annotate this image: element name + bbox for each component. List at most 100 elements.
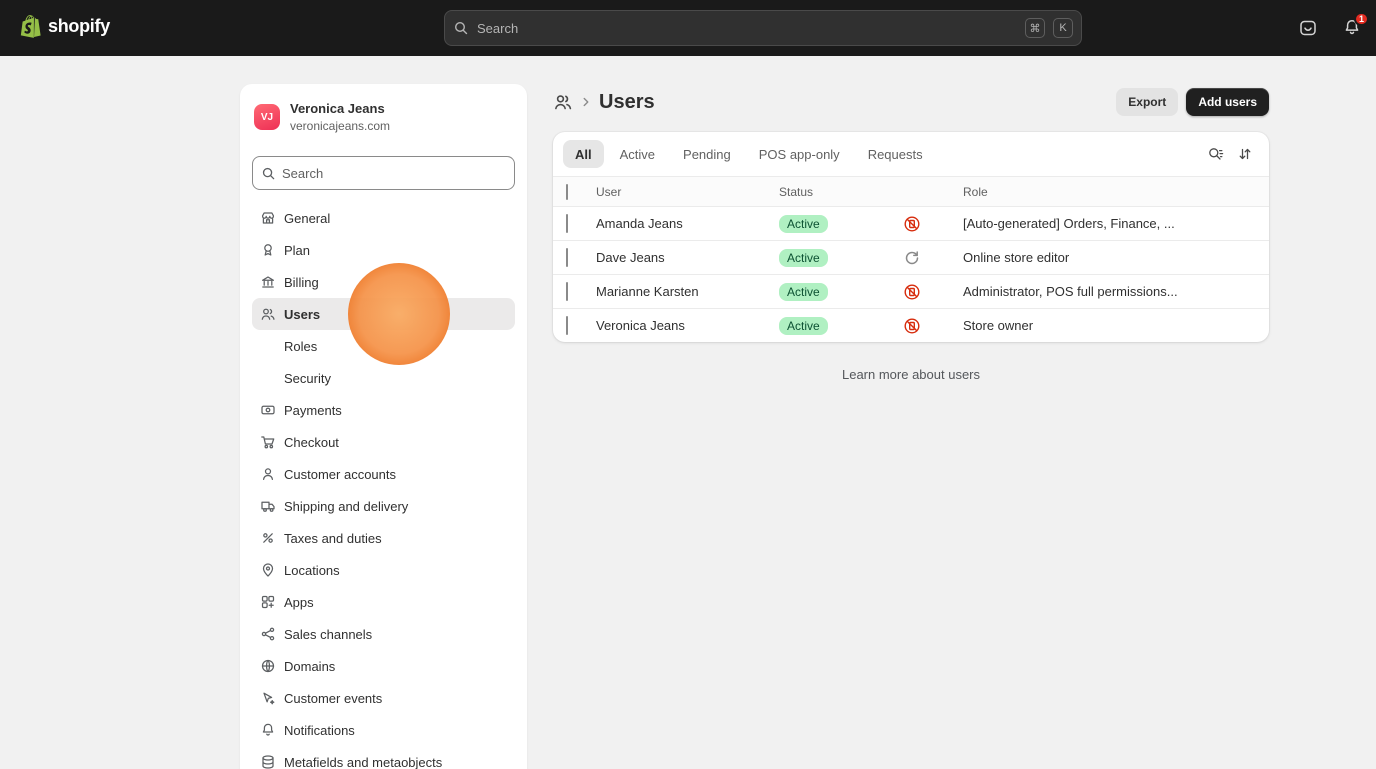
sidebar-item-billing[interactable]: Billing	[252, 266, 515, 298]
status-badge: Active	[779, 316, 828, 335]
sidebar-item-shipping[interactable]: Shipping and delivery	[252, 490, 515, 522]
header-actions: Export Add users	[1116, 88, 1269, 116]
sort-button[interactable]	[1231, 140, 1259, 168]
topbar: shopify ⌘ K	[0, 0, 1376, 56]
sidebar-item-roles[interactable]: Roles	[252, 330, 515, 362]
sidebar-item-apps[interactable]: Apps	[252, 586, 515, 618]
payments-icon	[260, 402, 276, 418]
row-checkbox[interactable]	[566, 247, 568, 267]
sidebar-item-label: General	[284, 210, 331, 226]
search-filter-button[interactable]	[1201, 140, 1229, 168]
users-icon	[260, 306, 276, 322]
pos-blocked-icon	[903, 215, 963, 233]
users-breadcrumb-icon	[553, 92, 573, 112]
sidebar-item-locations[interactable]: Locations	[252, 554, 515, 586]
sidebar-item-label: Sales channels	[284, 626, 373, 642]
column-header-status: Status	[779, 184, 814, 199]
bell-icon	[260, 722, 276, 738]
user-name[interactable]: Amanda Jeans	[596, 216, 779, 231]
learn-more-link[interactable]: Learn more about users	[842, 367, 980, 382]
table-row[interactable]: Amanda Jeans Active [Auto-generated] Ord…	[553, 206, 1269, 240]
sidebar-item-label: Security	[284, 370, 331, 386]
pos-blocked-icon	[903, 317, 963, 335]
checkout-icon	[260, 434, 276, 450]
sidebar-item-plan[interactable]: Plan	[252, 234, 515, 266]
percent-icon	[260, 530, 276, 546]
shopify-logo[interactable]: shopify	[20, 14, 110, 38]
sidebar-item-payments[interactable]: Payments	[252, 394, 515, 426]
global-search[interactable]: ⌘ K	[444, 10, 1082, 46]
search-icon	[453, 20, 469, 36]
user-role: Online store editor	[963, 250, 1070, 265]
global-search-input[interactable]	[477, 20, 1017, 36]
tab-requests[interactable]: Requests	[856, 140, 935, 168]
table-actions	[1201, 140, 1259, 168]
store-owner-name: Veronica Jeans	[290, 101, 385, 116]
sidebar-item-domains[interactable]: Domains	[252, 650, 515, 682]
user-name[interactable]: Dave Jeans	[596, 250, 779, 265]
tab-pos-app-only[interactable]: POS app-only	[747, 140, 852, 168]
sidebar-item-customer-events[interactable]: Customer events	[252, 682, 515, 714]
page-title: Users	[599, 90, 655, 113]
tab-active[interactable]: Active	[608, 140, 667, 168]
inbox-button[interactable]	[1292, 12, 1324, 44]
table-header-row: User Status Role	[553, 176, 1269, 206]
status-badge: Active	[779, 214, 828, 233]
filter-tabs: All Active Pending POS app-only Requests	[563, 140, 935, 168]
sidebar-item-label: Customer events	[284, 690, 383, 706]
sidebar-item-label: Customer accounts	[284, 466, 396, 482]
sidebar-item-taxes[interactable]: Taxes and duties	[252, 522, 515, 554]
topbar-actions: 1	[1292, 12, 1369, 44]
export-button[interactable]: Export	[1116, 88, 1179, 116]
sidebar-item-label: Checkout	[284, 434, 339, 450]
truck-icon	[260, 498, 276, 514]
sidebar-item-checkout[interactable]: Checkout	[252, 426, 515, 458]
globe-icon	[260, 658, 276, 674]
sidebar-item-label: Locations	[284, 562, 340, 578]
add-users-button[interactable]: Add users	[1186, 88, 1269, 116]
settings-search-input[interactable]	[282, 165, 506, 181]
sidebar-item-customer-accounts[interactable]: Customer accounts	[252, 458, 515, 490]
cmd-key-badge: ⌘	[1025, 18, 1045, 38]
row-checkbox[interactable]	[566, 281, 568, 301]
sidebar-item-security[interactable]: Security	[252, 362, 515, 394]
status-badge: Active	[779, 282, 828, 301]
tab-all[interactable]: All	[563, 140, 604, 168]
sidebar-item-notifications[interactable]: Notifications	[252, 714, 515, 746]
column-header-role: Role	[963, 184, 988, 199]
table-row[interactable]: Dave Jeans Active Online store editor	[553, 240, 1269, 274]
user-name[interactable]: Marianne Karsten	[596, 284, 779, 299]
billing-icon	[260, 274, 276, 290]
select-all-checkbox[interactable]	[566, 183, 568, 200]
settings-search[interactable]	[252, 156, 515, 191]
notifications-button[interactable]: 1	[1336, 12, 1369, 44]
store-domain: veronicajeans.com	[290, 118, 391, 133]
sidebar-item-label: Plan	[284, 242, 311, 258]
sort-icon	[1237, 146, 1253, 162]
pos-pending-icon	[903, 249, 963, 267]
sidebar-item-general[interactable]: General	[252, 202, 515, 234]
table-row[interactable]: Marianne Karsten Active Administrator, P…	[553, 274, 1269, 308]
apps-icon	[260, 594, 276, 610]
cursor-icon	[260, 690, 276, 706]
sidebar-item-users[interactable]: Users	[252, 298, 515, 331]
settings-nav: General Plan Billing Users Roles Securit…	[252, 202, 515, 769]
sidebar-item-label: Metafields and metaobjects	[284, 754, 443, 769]
sidebar-item-label: Billing	[284, 274, 319, 290]
sidebar-item-metafields[interactable]: Metafields and metaobjects	[252, 746, 515, 769]
tab-pending[interactable]: Pending	[671, 140, 743, 168]
avatar: VJ	[254, 104, 280, 131]
table-row[interactable]: Veronica Jeans Active Store owner	[553, 308, 1269, 342]
row-checkbox[interactable]	[566, 315, 568, 335]
store-profile[interactable]: VJ Veronica Jeans veronicajeans.com	[252, 96, 515, 134]
chevron-right-icon	[579, 95, 593, 109]
row-checkbox[interactable]	[566, 213, 568, 233]
users-table-card: All Active Pending POS app-only Requests	[553, 132, 1269, 342]
card-footer: Learn more about users	[553, 366, 1269, 384]
k-key-badge: K	[1053, 18, 1073, 38]
sidebar-item-label: Apps	[284, 594, 314, 610]
sidebar-item-sales-channels[interactable]: Sales channels	[252, 618, 515, 650]
channels-icon	[260, 626, 276, 642]
page-header: Users Export Add users	[553, 86, 1269, 118]
user-name[interactable]: Veronica Jeans	[596, 318, 779, 333]
